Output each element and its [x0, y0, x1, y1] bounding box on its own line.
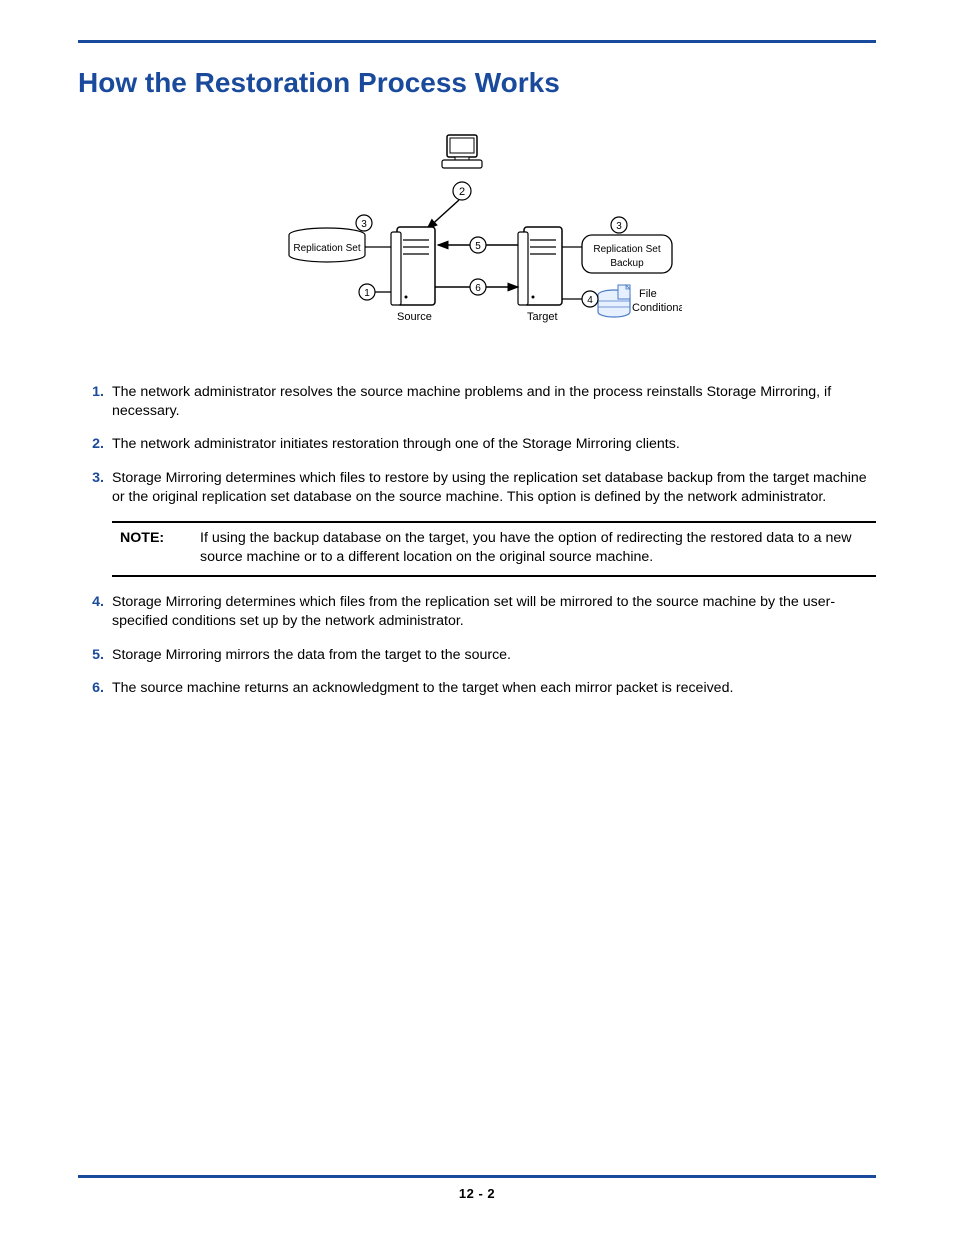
- list-item: 4. Storage Mirroring determines which fi…: [78, 593, 876, 631]
- badge-3-left-text: 3: [361, 219, 367, 230]
- target-label: Target: [527, 311, 558, 323]
- badge-6: 6: [470, 279, 486, 295]
- top-rule: [78, 40, 876, 43]
- item-text: Storage Mirroring determines which files…: [112, 594, 835, 629]
- badge-1: 1: [359, 284, 375, 300]
- item-number: 5.: [78, 646, 104, 665]
- item-number: 2.: [78, 435, 104, 454]
- badge-3-right: 3: [611, 217, 627, 233]
- replication-backup-line2: Backup: [610, 258, 644, 269]
- source-tower-icon: [391, 227, 435, 305]
- replication-backup-line1: Replication Set: [593, 244, 660, 255]
- page-title: How the Restoration Process Works: [78, 67, 876, 99]
- page-number: 12 - 2: [78, 1186, 876, 1201]
- badge-4: 4: [582, 291, 598, 307]
- item-text: Storage Mirroring determines which files…: [112, 470, 867, 505]
- list-item: 6. The source machine returns an acknowl…: [78, 679, 876, 698]
- badge-2: 2: [453, 182, 471, 200]
- item-number: 1.: [78, 383, 104, 402]
- note-box: NOTE: If using the backup database on th…: [112, 521, 876, 577]
- list-item: 3. Storage Mirroring determines which fi…: [78, 469, 876, 507]
- file-conditionals-icon: [598, 285, 630, 317]
- badge-6-text: 6: [475, 283, 481, 294]
- list-item: 5. Storage Mirroring mirrors the data fr…: [78, 646, 876, 665]
- diagram-container: 2 Source: [78, 127, 876, 337]
- target-tower-icon: [518, 227, 562, 305]
- footer: 12 - 2: [78, 1175, 876, 1201]
- file-label-line2: Conditionals: [632, 302, 682, 314]
- item-text: The network administrator resolves the s…: [112, 384, 831, 419]
- note-text: If using the backup database on the targ…: [200, 529, 868, 567]
- client-computer-icon: [442, 135, 482, 168]
- replication-backup-icon: Replication Set Backup: [582, 235, 672, 273]
- steps-list: 1. The network administrator resolves th…: [78, 383, 876, 507]
- steps-list-continued: 4. Storage Mirroring determines which fi…: [78, 593, 876, 698]
- item-number: 6.: [78, 679, 104, 698]
- footer-rule: [78, 1175, 876, 1178]
- list-item: 2. The network administrator initiates r…: [78, 435, 876, 454]
- note-label: NOTE:: [120, 529, 178, 567]
- source-label: Source: [397, 311, 432, 323]
- badge-1-text: 1: [364, 288, 370, 299]
- item-text: Storage Mirroring mirrors the data from …: [112, 647, 511, 663]
- badge-2-text: 2: [459, 186, 465, 198]
- item-number: 4.: [78, 593, 104, 612]
- replication-set-icon: Replication Set: [289, 228, 365, 262]
- restoration-diagram: 2 Source: [272, 127, 682, 337]
- badge-3-right-text: 3: [616, 221, 622, 232]
- replication-set-label: Replication Set: [293, 243, 360, 254]
- list-item: 1. The network administrator resolves th…: [78, 383, 876, 421]
- badge-5-text: 5: [475, 241, 481, 252]
- item-text: The network administrator initiates rest…: [112, 436, 680, 452]
- badge-3-left: 3: [356, 215, 372, 231]
- badge-5: 5: [470, 237, 486, 253]
- item-number: 3.: [78, 469, 104, 488]
- arrow-client-to-source: [427, 200, 459, 229]
- badge-4-text: 4: [587, 295, 593, 306]
- file-label-line1: File: [639, 288, 657, 300]
- item-text: The source machine returns an acknowledg…: [112, 680, 733, 696]
